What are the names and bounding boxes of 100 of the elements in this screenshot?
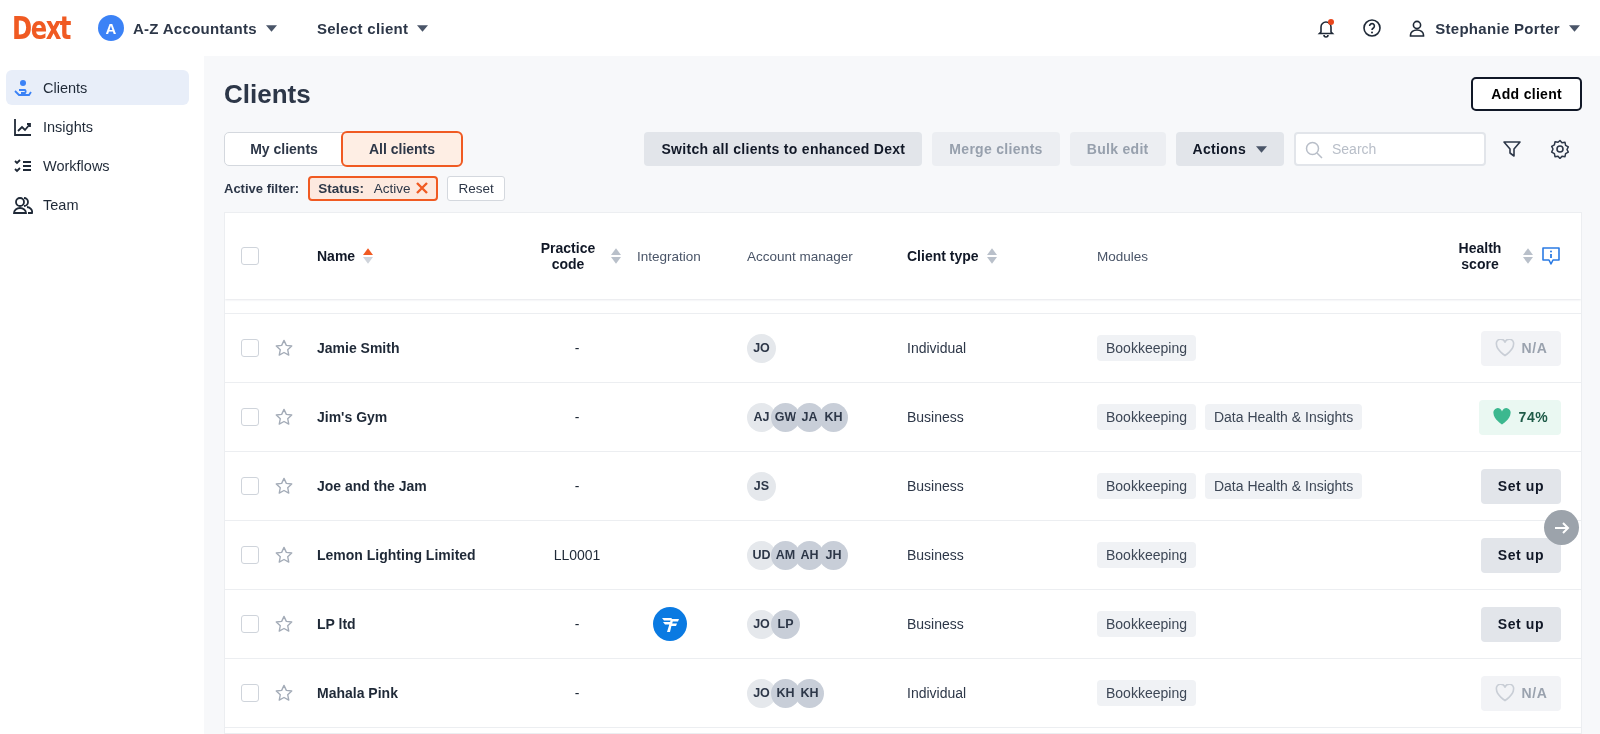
tab[interactable]: My clients: [225, 133, 343, 165]
module-tag: Data Health & Insights: [1204, 404, 1363, 430]
client-type: Individual: [907, 685, 968, 701]
client-name[interactable]: Jamie Smith: [317, 340, 517, 356]
close-icon: [416, 182, 429, 194]
column-header[interactable]: Client type: [907, 248, 979, 264]
checkbox[interactable]: [241, 477, 259, 495]
star-icon[interactable]: [275, 546, 293, 564]
star-icon[interactable]: [275, 615, 293, 633]
caret-icon: [265, 24, 277, 32]
sidebar-item[interactable]: Insights: [6, 109, 189, 144]
trend-chart-icon: [13, 116, 33, 137]
client-selector[interactable]: Select client: [310, 15, 435, 41]
client-type: Business: [907, 478, 965, 494]
column-header[interactable]: Health score: [1445, 240, 1515, 272]
page-title: Clients: [224, 78, 311, 110]
filter-label: Active filter:: [224, 180, 300, 196]
column-header: Modules: [1097, 248, 1149, 264]
checkbox[interactable]: [241, 615, 259, 633]
manager-avatar: JO: [747, 609, 776, 639]
health-score-badge: N/A: [1481, 675, 1561, 711]
toolbar-button[interactable]: Switch all clients to enhanced Dext: [644, 132, 923, 166]
search-field[interactable]: Search: [1294, 132, 1486, 166]
manager-avatar: KH: [771, 678, 800, 708]
info-message-icon[interactable]: [1541, 246, 1561, 266]
manager-avatar: JS: [747, 471, 776, 501]
set-up-button[interactable]: Set up: [1481, 468, 1561, 504]
star-icon[interactable]: [275, 408, 293, 426]
reset-button[interactable]: Reset: [447, 175, 505, 201]
sort-icon[interactable]: [986, 247, 997, 265]
column-header[interactable]: Practice code: [533, 240, 603, 272]
practice-code: -: [573, 409, 581, 425]
client-type: Individual: [907, 340, 968, 356]
column-header: Account manager: [747, 248, 853, 264]
sidebar-item[interactable]: Workflows: [6, 148, 189, 183]
star-icon[interactable]: [275, 477, 293, 495]
manager-avatar: KH: [819, 402, 848, 432]
add-client-button[interactable]: Add client: [1471, 77, 1582, 111]
manager-avatar: UD: [747, 540, 776, 570]
practice-name: A-Z Accountants: [132, 19, 257, 37]
star-icon[interactable]: [275, 684, 293, 702]
column-header: Integration: [637, 248, 701, 264]
health-score-badge: N/A: [1481, 330, 1561, 366]
scroll-right-button[interactable]: [1544, 510, 1579, 545]
user-menu[interactable]: Stephanie Porter: [1402, 15, 1586, 41]
settings-icon: [1550, 139, 1570, 159]
star-icon[interactable]: [275, 339, 293, 357]
search-icon: [1305, 141, 1323, 159]
manager-avatar: JA: [795, 402, 824, 432]
manager-avatar: KH: [795, 678, 824, 708]
sort-icon[interactable]: [1523, 247, 1533, 265]
set-up-button[interactable]: Set up: [1481, 537, 1561, 573]
tab[interactable]: All clients: [343, 133, 461, 165]
column-header[interactable]: Name: [317, 248, 356, 264]
client-type: Business: [907, 547, 965, 563]
client-name[interactable]: Mahala Pink: [317, 685, 517, 701]
module-tag: Bookkeeping: [1097, 680, 1196, 706]
practice-selector[interactable]: A A-Z Accountants: [91, 11, 283, 45]
manager-avatar: LP: [771, 609, 800, 639]
practice-code: LL0001: [552, 547, 602, 563]
sort-icon[interactable]: [611, 247, 621, 265]
module-tag: Bookkeeping: [1097, 404, 1196, 430]
client-name[interactable]: Joe and the Jam: [317, 478, 517, 494]
practice-code: -: [573, 340, 581, 356]
user-icon: [1408, 19, 1427, 37]
caret-icon: [417, 24, 429, 32]
checkbox[interactable]: [241, 684, 259, 702]
practice-code: -: [573, 685, 581, 701]
caret-icon: [1569, 24, 1580, 32]
manager-avatar: AJ: [747, 402, 776, 432]
client-name[interactable]: Lemon Lighting Limited: [317, 547, 517, 563]
client-name[interactable]: LP ltd: [317, 616, 517, 632]
filter-chip[interactable]: Status: Active: [308, 175, 439, 201]
checkbox[interactable]: [241, 339, 259, 357]
sidebar-item[interactable]: Clients: [6, 70, 189, 105]
module-tag: Data Health & Insights: [1204, 473, 1363, 499]
checkbox[interactable]: [241, 408, 259, 426]
set-up-button[interactable]: Set up: [1481, 606, 1561, 642]
client-select-label: Select client: [316, 19, 409, 37]
manager-avatar: JH: [819, 540, 848, 570]
manager-avatar: AM: [771, 540, 800, 570]
checkbox[interactable]: [241, 247, 259, 265]
people-icon: [13, 194, 33, 215]
practice-avatar: A: [97, 15, 124, 41]
toolbar-button[interactable]: Actions: [1175, 132, 1284, 166]
practice-code: -: [573, 478, 581, 494]
client-name[interactable]: Jim's Gym: [317, 409, 517, 425]
user-name: Stephanie Porter: [1435, 19, 1560, 37]
funnel-icon: [1502, 139, 1522, 159]
manager-avatar: AH: [795, 540, 824, 570]
client-type: Business: [907, 616, 965, 632]
checkbox[interactable]: [241, 546, 259, 564]
person-hand-icon: [13, 77, 33, 98]
manager-avatar: JO: [747, 678, 776, 708]
manager-avatar: JO: [747, 333, 776, 363]
module-tag: Bookkeeping: [1097, 542, 1196, 568]
sort-icon[interactable]: [363, 247, 374, 265]
practice-code: -: [573, 616, 581, 632]
manager-avatar: GW: [771, 402, 800, 432]
sidebar-item[interactable]: Team: [6, 187, 189, 222]
